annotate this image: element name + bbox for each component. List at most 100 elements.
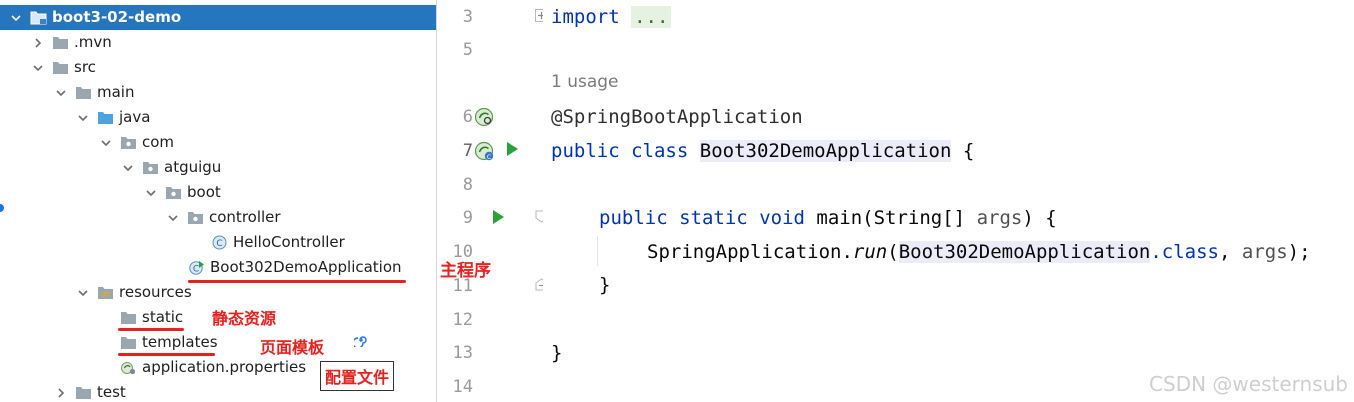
spring-application-ref: SpringApplication. [647,241,853,263]
code-line-7[interactable]: public class Boot302DemoApplication { [551,134,974,168]
svg-text:C: C [216,239,222,249]
folder-icon [120,335,137,350]
svg-text:C: C [487,154,491,161]
tree-item-label: boot [187,183,221,201]
chevron-down-icon[interactable] [30,60,46,76]
tree-item-java[interactable]: java [0,105,436,130]
keyword-void: void [759,207,805,229]
class-name: Boot302DemoApplication [699,140,952,162]
keyword-public: public [551,140,620,162]
code-line-6[interactable]: @SpringBootApplication [551,100,803,134]
package-icon [120,135,137,150]
keyword-static: static [679,207,748,229]
tree-item-label: resources [119,283,192,301]
folder-icon [75,85,92,100]
module-folder-icon [30,10,47,25]
chevron-down-icon[interactable] [165,210,181,226]
keyword-class-literal: .class [1150,241,1219,263]
tree-item-com[interactable]: com [0,130,436,155]
code-line-11[interactable]: } [599,268,610,302]
tree-item-label: src [74,58,96,76]
tree-item-label: templates [142,333,218,351]
chevron-right-icon[interactable] [30,35,46,51]
source-folder-icon [97,110,114,125]
spring-boot-gutter-icon[interactable]: C [473,140,499,164]
tree-item-boot302demoapplication[interactable]: C Boot302DemoApplication [0,255,436,280]
tree-item-label: controller [209,208,281,226]
code-line-3[interactable]: import ... [551,0,672,34]
annotation-static-resources: 静态资源 [212,309,277,328]
project-tree[interactable]: boot3-02-demo .mvn src main java com atg… [0,0,436,402]
keyword-import: import [551,6,620,28]
chevron-right-icon[interactable] [53,385,69,401]
class-icon: C [211,235,228,250]
line-number: 6 [462,107,473,127]
statement-end: ); [1287,241,1311,263]
keyword-public: public [599,207,668,229]
annotation-underline-templates [118,353,215,356]
tree-item-boot3-02-demo[interactable]: boot3-02-demo [0,5,436,30]
line-number: 5 [462,40,473,60]
run-icon[interactable] [491,209,505,225]
run-icon[interactable] [505,141,519,157]
chevron-down-icon[interactable] [53,85,69,101]
tree-item-label: main [97,83,135,101]
chevron-down-icon[interactable] [8,10,24,26]
resources-folder-icon [97,285,114,300]
annotation-main-program: 主程序 [440,261,491,281]
tree-item-atguigu[interactable]: atguigu [0,155,436,180]
chevron-down-icon[interactable] [75,110,91,126]
folded-imports[interactable]: ... [631,6,672,28]
tree-item-label: boot3-02-demo [52,8,182,26]
code-line-9[interactable]: public static void main(String[] args) { [599,201,1057,235]
args-ref: args [1241,241,1288,263]
line-number: 3 [462,7,473,27]
code-line-13[interactable]: } [551,336,562,370]
watermark: CSDN @westernsub [1149,372,1348,396]
indent-guide [597,236,598,266]
tree-item-boot[interactable]: boot [0,180,436,205]
chevron-down-icon[interactable] [120,160,136,176]
folder-icon [75,385,92,400]
tree-item-hellocontroller[interactable]: C HelloController [0,230,436,255]
tree-item-label: static [142,308,184,326]
tree-item-templates[interactable]: templates [0,330,436,355]
brace: { [962,140,975,162]
run-method: run [852,241,888,263]
line-number: 7 [462,141,473,161]
folder-icon [52,35,69,50]
comma: , [1219,241,1242,263]
package-icon [187,210,204,225]
chevron-down-icon[interactable] [143,185,159,201]
tree-item-label: .mvn [74,33,112,51]
tree-item-label: Boot302DemoApplication [210,258,402,276]
line-number: 14 [452,377,473,397]
package-icon [165,185,182,200]
signature-end: ) { [1022,207,1057,229]
tree-item-main[interactable]: main [0,80,436,105]
chevron-down-icon[interactable] [98,135,114,151]
code-line-10[interactable]: SpringApplication.run(Boot302DemoApplica… [647,235,1311,269]
spring-bean-gutter-icon[interactable] [473,106,495,128]
tree-item-label: java [119,108,151,126]
editor-gutter[interactable]: 3 5 6 7 8 9 10 11 12 13 14 C [437,0,548,402]
param-args: args [976,207,1023,229]
code-editor[interactable]: import ... 1 usage @SpringBootApplicatio… [543,0,1354,402]
tree-item-resources[interactable]: resources [0,280,436,305]
folder-icon [120,310,137,325]
line-number: 9 [462,208,473,228]
annotation-page-templates: 页面模板 [260,338,325,357]
tree-item-label: HelloController [233,233,345,251]
annotation-underline-main [188,280,406,283]
tree-item-src[interactable]: src [0,55,436,80]
tree-item-mvn[interactable]: .mvn [0,30,436,55]
paren: ( [887,241,899,263]
tree-item-label: atguigu [164,158,222,176]
method-signature: main(String[] [816,207,966,229]
chevron-down-icon[interactable] [75,285,91,301]
line-number: 13 [452,343,473,363]
class-ref: Boot302DemoApplication [898,241,1151,263]
tree-item-controller[interactable]: controller [0,205,436,230]
usage-hint[interactable]: 1 usage [551,72,619,92]
swirl-icon [354,336,367,347]
